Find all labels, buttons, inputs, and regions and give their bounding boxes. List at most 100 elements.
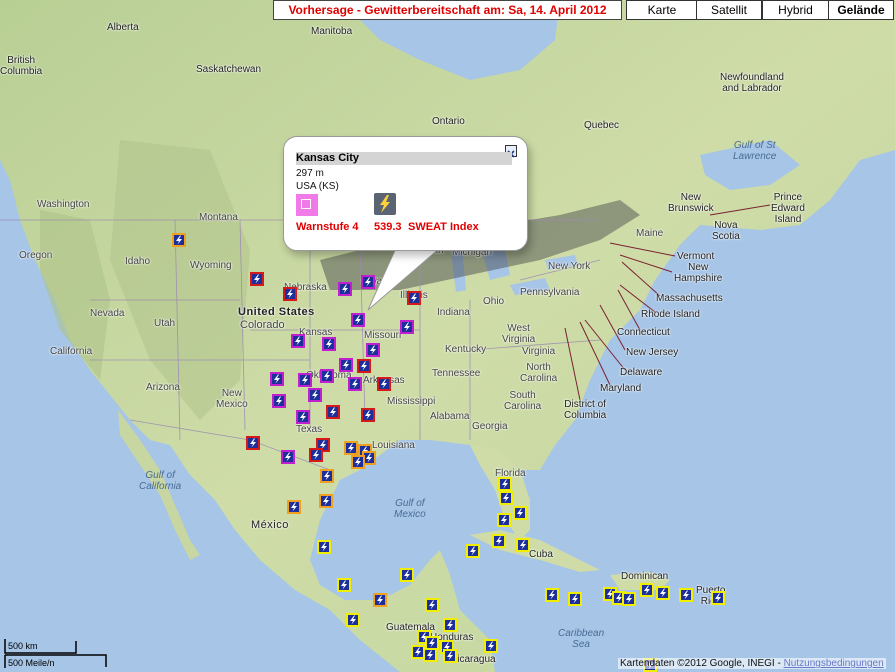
- storm-marker[interactable]: [344, 441, 358, 455]
- label-maine: Maine: [636, 228, 664, 239]
- label-utah: Utah: [154, 318, 176, 329]
- label-new-mexico: New Mexico: [216, 388, 248, 410]
- forecast-title: Vorhersage - Gewitterbereitschaft am: Sa…: [273, 0, 622, 20]
- storm-marker[interactable]: [339, 358, 353, 372]
- lightning-icon: [447, 651, 453, 661]
- storm-marker[interactable]: [338, 282, 352, 296]
- storm-marker[interactable]: [337, 578, 351, 592]
- label-delaware: Delaware: [620, 367, 663, 378]
- lightning-icon: [350, 615, 356, 625]
- map-type-karte-button[interactable]: Karte: [626, 0, 698, 20]
- storm-marker[interactable]: [497, 513, 511, 527]
- storm-marker[interactable]: [320, 369, 334, 383]
- storm-marker[interactable]: [679, 588, 693, 602]
- storm-marker[interactable]: [317, 540, 331, 554]
- storm-marker[interactable]: [377, 377, 391, 391]
- copyright-text: Kartendaten ©2012 Google, INEGI -: [620, 658, 781, 669]
- label-quebec: Quebec: [584, 120, 620, 131]
- storm-marker[interactable]: [568, 592, 582, 606]
- lightning-icon: [361, 361, 367, 371]
- map-type-gelaende-button[interactable]: Gelände: [828, 0, 894, 20]
- storm-marker[interactable]: [270, 372, 284, 386]
- label-north-carolina: North Carolina: [520, 362, 558, 384]
- lightning-icon: [715, 593, 721, 603]
- storm-marker[interactable]: [250, 272, 264, 286]
- storm-marker[interactable]: [346, 613, 360, 627]
- label-california: California: [50, 346, 93, 357]
- storm-marker[interactable]: [400, 320, 414, 334]
- label-oregon: Oregon: [19, 250, 53, 261]
- storm-marker[interactable]: [466, 544, 480, 558]
- storm-marker[interactable]: [366, 343, 380, 357]
- storm-marker[interactable]: [499, 491, 513, 505]
- storm-marker[interactable]: [283, 287, 297, 301]
- map-scale: 500 km 500 Meile/n: [4, 639, 108, 669]
- storm-marker[interactable]: [272, 394, 286, 408]
- storm-marker[interactable]: [656, 586, 670, 600]
- label-missouri: Missouri: [364, 330, 402, 341]
- map-type-satellit-button[interactable]: Satellit: [696, 0, 762, 20]
- warning-level-icon: [296, 194, 318, 216]
- storm-marker[interactable]: [484, 639, 498, 653]
- storm-marker[interactable]: [407, 291, 421, 305]
- storm-marker[interactable]: [287, 500, 301, 514]
- scale-km: 500 km: [8, 641, 38, 651]
- storm-marker[interactable]: [545, 588, 559, 602]
- storm-marker[interactable]: [513, 506, 527, 520]
- storm-marker[interactable]: [319, 494, 333, 508]
- storm-marker[interactable]: [443, 649, 457, 663]
- storm-marker[interactable]: [298, 373, 312, 387]
- lightning-icon: [355, 457, 361, 467]
- label-british-columbia: British Columbia: [0, 55, 43, 77]
- storm-marker[interactable]: [516, 538, 530, 552]
- storm-marker[interactable]: [361, 275, 375, 289]
- terrain-map[interactable]: Vorhersage - Gewitterbereitschaft am: Sa…: [0, 0, 895, 672]
- label-montana: Montana: [199, 212, 238, 223]
- storm-marker[interactable]: [443, 618, 457, 632]
- lightning-icon: [517, 508, 523, 518]
- label-west-virginia: West Virginia: [502, 323, 536, 345]
- label-washington: Washington: [37, 199, 90, 210]
- storm-marker[interactable]: [246, 436, 260, 450]
- storm-marker[interactable]: [351, 313, 365, 327]
- storm-marker[interactable]: [711, 591, 725, 605]
- storm-marker[interactable]: [622, 592, 636, 606]
- lightning-icon: [274, 374, 280, 384]
- storm-marker[interactable]: [320, 469, 334, 483]
- storm-marker[interactable]: [308, 388, 322, 402]
- popup-region: USA (KS): [296, 181, 339, 192]
- storm-marker[interactable]: [373, 593, 387, 607]
- storm-marker[interactable]: [425, 598, 439, 612]
- lightning-icon: [300, 412, 306, 422]
- storm-marker[interactable]: [361, 408, 375, 422]
- storm-marker[interactable]: [322, 337, 336, 351]
- storm-marker[interactable]: [400, 568, 414, 582]
- storm-marker[interactable]: [351, 455, 365, 469]
- lightning-icon: [381, 379, 387, 389]
- storm-marker[interactable]: [640, 583, 654, 597]
- label-ontario: Ontario: [432, 116, 465, 127]
- lightning-icon: [429, 638, 435, 648]
- label-arizona: Arizona: [146, 382, 180, 393]
- storm-marker[interactable]: [326, 405, 340, 419]
- storm-marker[interactable]: [423, 648, 437, 662]
- storm-marker[interactable]: [357, 359, 371, 373]
- lightning-icon: [377, 595, 383, 605]
- lightning-icon: [404, 322, 410, 332]
- terms-link[interactable]: Nutzungsbedingungen: [784, 658, 884, 669]
- storm-marker[interactable]: [348, 377, 362, 391]
- label-nova-scotia: Nova Scotia: [712, 220, 740, 242]
- storm-marker[interactable]: [291, 334, 305, 348]
- label-massachusetts: Massachusetts: [656, 293, 723, 304]
- label-ohio: Ohio: [483, 296, 505, 307]
- storm-marker[interactable]: [498, 477, 512, 491]
- storm-marker[interactable]: [172, 233, 186, 247]
- lightning-icon: [626, 594, 632, 604]
- storm-marker[interactable]: [296, 410, 310, 424]
- storm-marker[interactable]: [281, 450, 295, 464]
- label-nevada: Nevada: [90, 308, 125, 319]
- lightning-icon: [326, 339, 332, 349]
- storm-marker[interactable]: [492, 534, 506, 548]
- storm-marker[interactable]: [309, 448, 323, 462]
- map-type-hybrid-button[interactable]: Hybrid: [762, 0, 829, 20]
